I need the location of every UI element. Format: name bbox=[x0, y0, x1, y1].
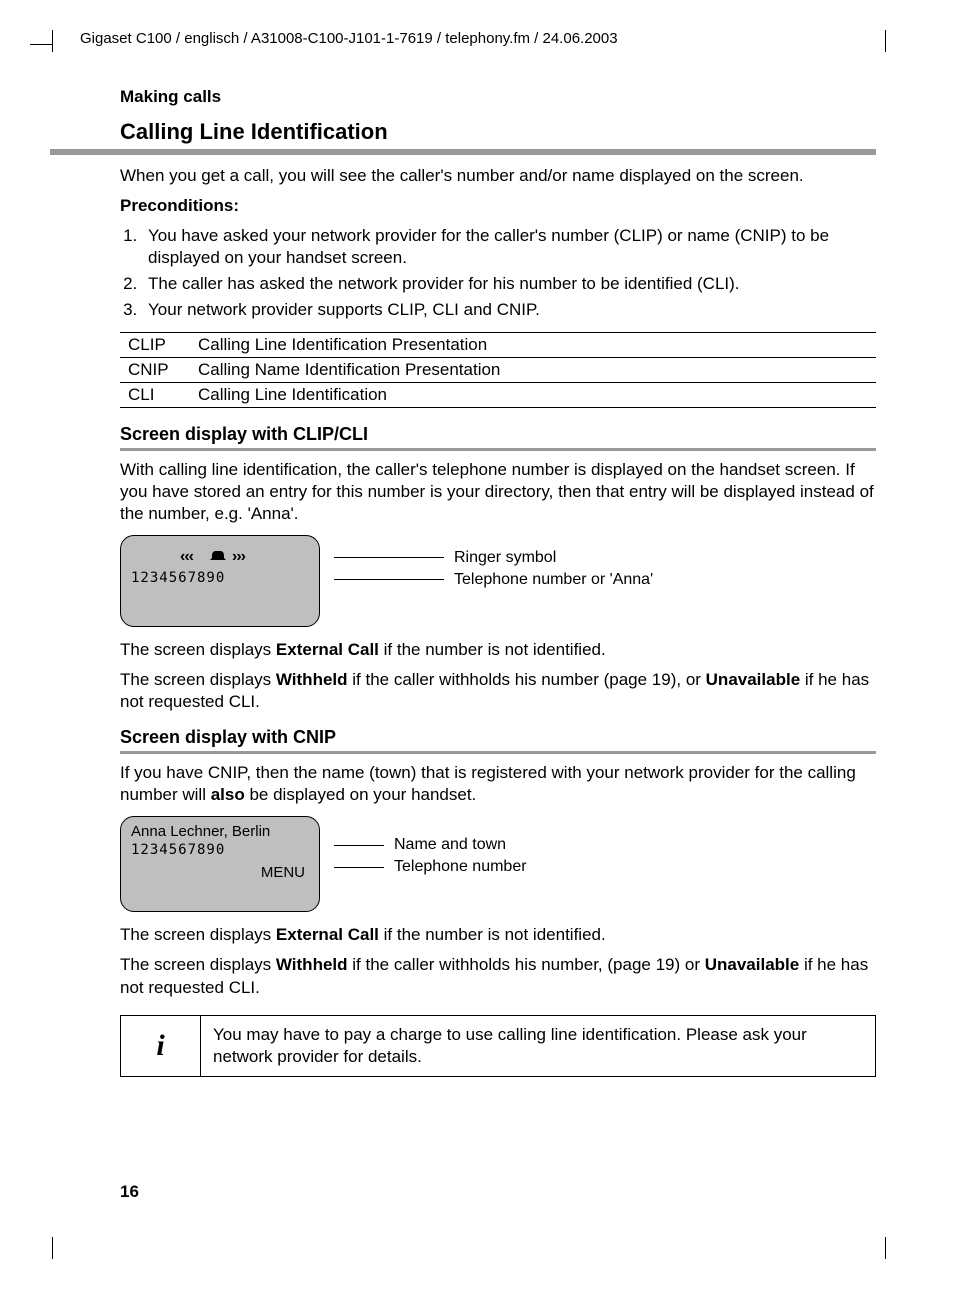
table-row: CNIP Calling Name Identification Present… bbox=[120, 357, 876, 382]
preconditions-label: Preconditions: bbox=[120, 195, 876, 217]
sub-rule bbox=[120, 448, 876, 451]
abbr-cell: CLIP bbox=[120, 332, 190, 357]
list-item: Your network provider supports CLIP, CLI… bbox=[142, 299, 876, 321]
cnip-paragraph: If you have CNIP, then the name (town) t… bbox=[120, 762, 876, 806]
info-icon: i bbox=[121, 1016, 201, 1076]
leader-line bbox=[334, 579, 444, 580]
sub-rule bbox=[120, 751, 876, 754]
callout-label: Telephone number bbox=[394, 858, 527, 876]
phone-screen-icon: Anna Lechner, Berlin 1234567890 MENU bbox=[120, 816, 320, 912]
svg-text:›››: ››› bbox=[232, 548, 246, 564]
cnip-name-display: Anna Lechner, Berlin bbox=[131, 823, 309, 840]
phone-number-display: 1234567890 bbox=[131, 842, 309, 858]
definitions-table: CLIP Calling Line Identification Present… bbox=[120, 332, 876, 408]
callout-label: Ringer symbol bbox=[454, 549, 556, 567]
svg-text:‹‹‹: ‹‹‹ bbox=[180, 548, 194, 564]
clip-after-1: The screen displays External Call if the… bbox=[120, 639, 876, 661]
cnip-heading: Screen display with CNIP bbox=[120, 727, 876, 748]
callout-label: Name and town bbox=[394, 836, 506, 854]
info-text: You may have to pay a charge to use call… bbox=[201, 1016, 875, 1076]
crop-mark bbox=[52, 1237, 53, 1259]
cnip-diagram: Anna Lechner, Berlin 1234567890 MENU Nam… bbox=[120, 816, 876, 912]
table-row: CLI Calling Line Identification bbox=[120, 382, 876, 407]
callout-label: Telephone number or 'Anna' bbox=[454, 571, 653, 589]
page-content: Gigaset C100 / englisch / A31008-C100-J1… bbox=[0, 0, 954, 1107]
heading-rule bbox=[50, 149, 876, 155]
menu-label: MENU bbox=[131, 864, 309, 881]
clip-after-2: The screen displays Withheld if the call… bbox=[120, 669, 876, 713]
callout-row: Telephone number or 'Anna' bbox=[334, 571, 653, 589]
header-path: Gigaset C100 / englisch / A31008-C100-J1… bbox=[80, 30, 876, 47]
info-box: i You may have to pay a charge to use ca… bbox=[120, 1015, 876, 1077]
full-cell: Calling Line Identification bbox=[190, 382, 876, 407]
leader-line bbox=[334, 557, 444, 558]
phone-screen-icon: ‹‹‹ ››› 1234567890 bbox=[120, 535, 320, 627]
cnip-after-2: The screen displays Withheld if the call… bbox=[120, 954, 876, 998]
cnip-after-1: The screen displays External Call if the… bbox=[120, 924, 876, 946]
abbr-cell: CNIP bbox=[120, 357, 190, 382]
clip-heading: Screen display with CLIP/CLI bbox=[120, 424, 876, 445]
callout-row: Name and town bbox=[334, 836, 527, 854]
section-label: Making calls bbox=[120, 87, 876, 107]
clip-diagram: ‹‹‹ ››› 1234567890 Ringer symbol Telepho… bbox=[120, 535, 876, 627]
full-cell: Calling Name Identification Presentation bbox=[190, 357, 876, 382]
preconditions-list: You have asked your network provider for… bbox=[142, 225, 876, 321]
full-cell: Calling Line Identification Presentation bbox=[190, 332, 876, 357]
abbr-cell: CLI bbox=[120, 382, 190, 407]
ringer-icon: ‹‹‹ ››› bbox=[131, 548, 309, 568]
leader-line bbox=[334, 867, 384, 868]
phone-number-display: 1234567890 bbox=[131, 570, 309, 586]
crop-mark bbox=[52, 30, 53, 52]
crop-mark bbox=[30, 44, 52, 45]
page-number: 16 bbox=[120, 1182, 139, 1202]
callouts: Name and town Telephone number bbox=[334, 836, 527, 880]
callout-row: Ringer symbol bbox=[334, 549, 653, 567]
page-title: Calling Line Identification bbox=[120, 119, 876, 145]
intro-paragraph: When you get a call, you will see the ca… bbox=[120, 165, 876, 187]
clip-paragraph: With calling line identification, the ca… bbox=[120, 459, 876, 525]
table-row: CLIP Calling Line Identification Present… bbox=[120, 332, 876, 357]
leader-line bbox=[334, 845, 384, 846]
callouts: Ringer symbol Telephone number or 'Anna' bbox=[334, 549, 653, 593]
list-item: The caller has asked the network provide… bbox=[142, 273, 876, 295]
callout-row: Telephone number bbox=[334, 858, 527, 876]
crop-mark bbox=[885, 1237, 886, 1259]
list-item: You have asked your network provider for… bbox=[142, 225, 876, 269]
crop-mark bbox=[885, 30, 886, 52]
